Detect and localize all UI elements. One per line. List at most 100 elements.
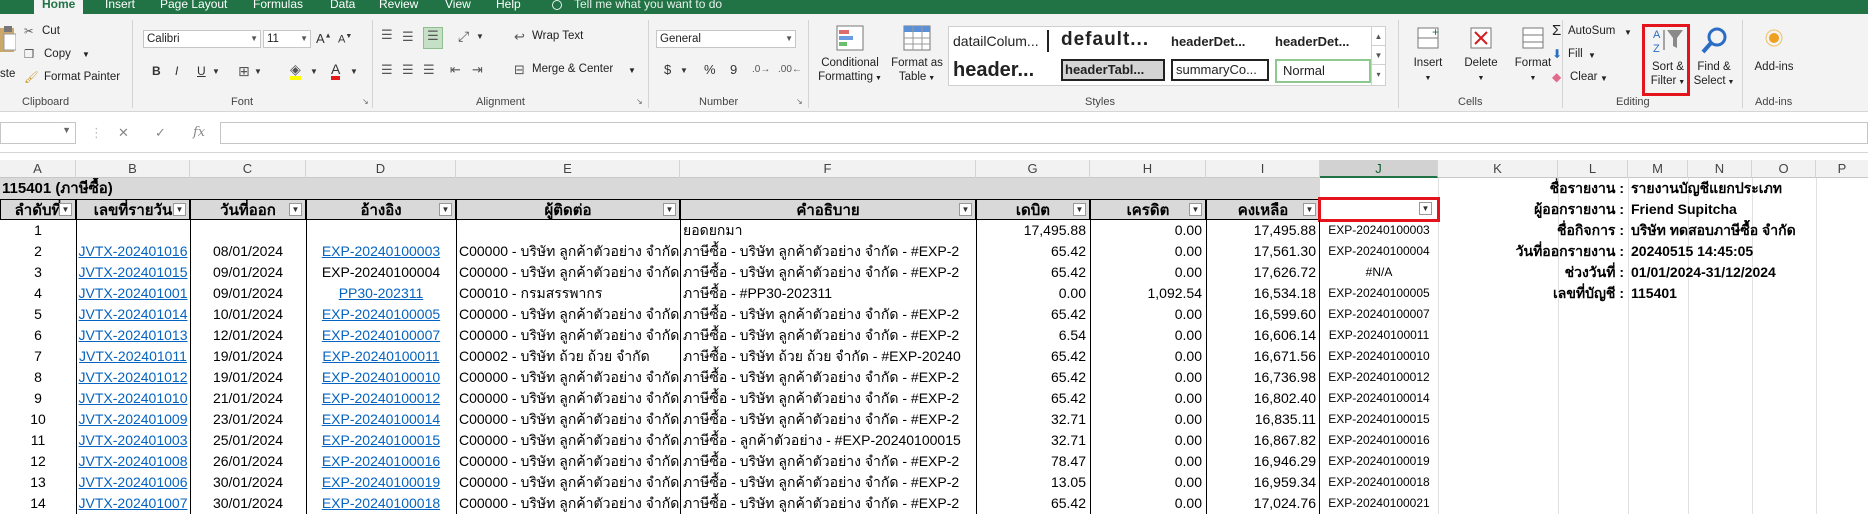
- increase-decimal-icon[interactable]: .0→: [752, 64, 770, 75]
- filter-dropdown-icon[interactable]: ▼: [1303, 203, 1316, 216]
- align-bottom-icon[interactable]: ☰: [423, 27, 443, 49]
- align-top-icon[interactable]: ☰: [381, 27, 393, 43]
- column-header-o[interactable]: O: [1752, 160, 1816, 178]
- percent-button[interactable]: %: [704, 62, 716, 77]
- style-headertable[interactable]: headerTabl...: [1061, 59, 1165, 81]
- cell-reference[interactable]: EXP-20240100010: [306, 367, 456, 388]
- chevron-down-icon[interactable]: ▼: [254, 67, 262, 76]
- filter-dropdown-icon[interactable]: ▼: [289, 203, 302, 216]
- column-header-e[interactable]: E: [456, 160, 680, 178]
- cell-reference[interactable]: PP30-202311: [306, 283, 456, 304]
- column-header-h[interactable]: H: [1090, 160, 1206, 178]
- dialog-launcher-icon[interactable]: ↘: [636, 97, 643, 106]
- chevron-down-icon[interactable]: ▼: [476, 32, 484, 41]
- cell-journal-no[interactable]: JVTX-202401008: [76, 451, 190, 472]
- align-right-icon[interactable]: ☰: [423, 62, 435, 78]
- name-box[interactable]: ▼: [0, 122, 76, 144]
- filter-dropdown-icon[interactable]: ▼: [1189, 203, 1202, 216]
- orientation-icon[interactable]: ⤢: [458, 28, 469, 45]
- cell-reference[interactable]: EXP-20240100014: [306, 409, 456, 430]
- currency-button[interactable]: $: [664, 62, 671, 77]
- column-header-p[interactable]: P: [1816, 160, 1868, 178]
- dialog-launcher-icon[interactable]: ↘: [796, 97, 803, 106]
- align-center-icon[interactable]: ☰: [402, 62, 414, 78]
- tab-help[interactable]: Help: [496, 0, 521, 14]
- column-header-f[interactable]: F: [680, 160, 976, 178]
- tab-page-layout[interactable]: Page Layout: [160, 0, 227, 14]
- fill-color-icon[interactable]: ◈: [290, 62, 301, 80]
- insert-cells-button[interactable]: + Insert ▼: [1404, 24, 1452, 86]
- column-header-a[interactable]: A: [0, 160, 76, 178]
- add-ins-button[interactable]: Add-ins: [1748, 26, 1800, 74]
- find-select-button[interactable]: Find & Select ▼: [1692, 26, 1736, 90]
- cell-reference[interactable]: EXP-20240100015: [306, 430, 456, 451]
- column-header-m[interactable]: M: [1628, 160, 1688, 178]
- chevron-up-icon[interactable]: ▲: [1372, 27, 1385, 46]
- delete-cells-button[interactable]: Delete ▼: [1456, 24, 1506, 86]
- fill-button[interactable]: ⬇ Fill ▼: [1552, 47, 1622, 65]
- filter-dropdown-icon[interactable]: ▼: [59, 203, 72, 216]
- worksheet-grid[interactable]: 115401 (ภาษีซื้อ) ลำดับที่ ▼ เลขที่รายวัน…: [0, 178, 1868, 514]
- column-header-n[interactable]: N: [1688, 160, 1752, 178]
- cell-reference[interactable]: EXP-20240100007: [306, 325, 456, 346]
- enter-icon[interactable]: ✓: [155, 125, 166, 141]
- cell-reference[interactable]: EXP-20240100011: [306, 346, 456, 367]
- cell-journal-no[interactable]: JVTX-202401003: [76, 430, 190, 451]
- chevron-down-icon[interactable]: ▼: [1372, 46, 1385, 65]
- column-header-l[interactable]: L: [1558, 160, 1628, 178]
- column-header-k[interactable]: K: [1438, 160, 1558, 178]
- cell-journal-no[interactable]: JVTX-202401010: [76, 388, 190, 409]
- font-size-combo[interactable]: 11 ▼: [263, 30, 311, 48]
- increase-indent-icon[interactable]: ⇥: [472, 62, 483, 78]
- style-normal[interactable]: Normal: [1275, 59, 1371, 83]
- decrease-indent-icon[interactable]: ⇤: [450, 62, 461, 78]
- font-name-combo[interactable]: Calibri ▼: [143, 30, 261, 48]
- tab-view[interactable]: View: [445, 0, 471, 14]
- format-as-table-button[interactable]: Format as Table ▼: [888, 24, 946, 86]
- cell-journal-no[interactable]: JVTX-202401011: [76, 346, 190, 367]
- tab-review[interactable]: Review: [379, 0, 418, 14]
- gallery-scroll[interactable]: ▲ ▼ ▾: [1371, 27, 1385, 85]
- cell-journal-no[interactable]: JVTX-202401006: [76, 472, 190, 493]
- wrap-text-button[interactable]: ↩ Wrap Text: [514, 29, 614, 47]
- filter-dropdown-icon[interactable]: ▼: [173, 203, 186, 216]
- cell-reference[interactable]: EXP-20240100004: [306, 262, 456, 283]
- cell-reference[interactable]: EXP-20240100003: [306, 241, 456, 262]
- cell-journal-no[interactable]: JVTX-202401016: [76, 241, 190, 262]
- autosum-button[interactable]: Σ AutoSum ▼: [1552, 22, 1648, 42]
- cell-reference[interactable]: EXP-20240100018: [306, 493, 456, 514]
- tab-insert[interactable]: Insert: [105, 0, 135, 14]
- borders-icon[interactable]: ⊞: [238, 63, 250, 80]
- underline-button[interactable]: U: [197, 64, 206, 78]
- filter-dropdown-icon[interactable]: ▼: [663, 203, 676, 216]
- filter-dropdown-icon[interactable]: ▼: [439, 203, 452, 216]
- column-header-c[interactable]: C: [190, 160, 306, 178]
- comma-button[interactable]: 9: [730, 62, 737, 77]
- tab-formulas[interactable]: Formulas: [253, 0, 303, 14]
- align-left-icon[interactable]: ☰: [381, 62, 393, 78]
- cancel-icon[interactable]: ✕: [118, 125, 129, 141]
- style-summarycol[interactable]: summaryCo...: [1171, 59, 1269, 81]
- column-header-j[interactable]: J: [1320, 160, 1438, 178]
- cell-journal-no[interactable]: JVTX-202401001: [76, 283, 190, 304]
- tab-home[interactable]: Home: [34, 0, 84, 15]
- paste-button[interactable]: ste: [0, 22, 18, 82]
- chevron-down-icon[interactable]: ▼: [310, 67, 318, 76]
- font-color-icon[interactable]: A: [331, 62, 341, 80]
- format-cells-button[interactable]: Format ▼: [1508, 24, 1558, 86]
- dialog-launcher-icon[interactable]: ↘: [362, 97, 369, 106]
- tab-data[interactable]: Data: [330, 0, 355, 14]
- column-header-d[interactable]: D: [306, 160, 456, 178]
- style-headerdet-1[interactable]: headerDet...: [1171, 31, 1267, 53]
- decrease-font-size-button[interactable]: A▼: [338, 33, 352, 46]
- column-header-i[interactable]: I: [1206, 160, 1320, 178]
- cell-reference[interactable]: EXP-20240100016: [306, 451, 456, 472]
- style-datailcolumn[interactable]: datailColum...: [951, 30, 1049, 52]
- filter-dropdown-icon[interactable]: ▼: [959, 203, 972, 216]
- number-format-combo[interactable]: General ▼: [656, 30, 796, 48]
- align-middle-icon[interactable]: ☰: [402, 29, 414, 45]
- merge-center-button[interactable]: ⊟ Merge & Center ▼: [514, 62, 644, 80]
- chevron-down-icon[interactable]: ▼: [212, 67, 220, 76]
- italic-button[interactable]: I: [175, 64, 178, 78]
- cell-reference[interactable]: EXP-20240100012: [306, 388, 456, 409]
